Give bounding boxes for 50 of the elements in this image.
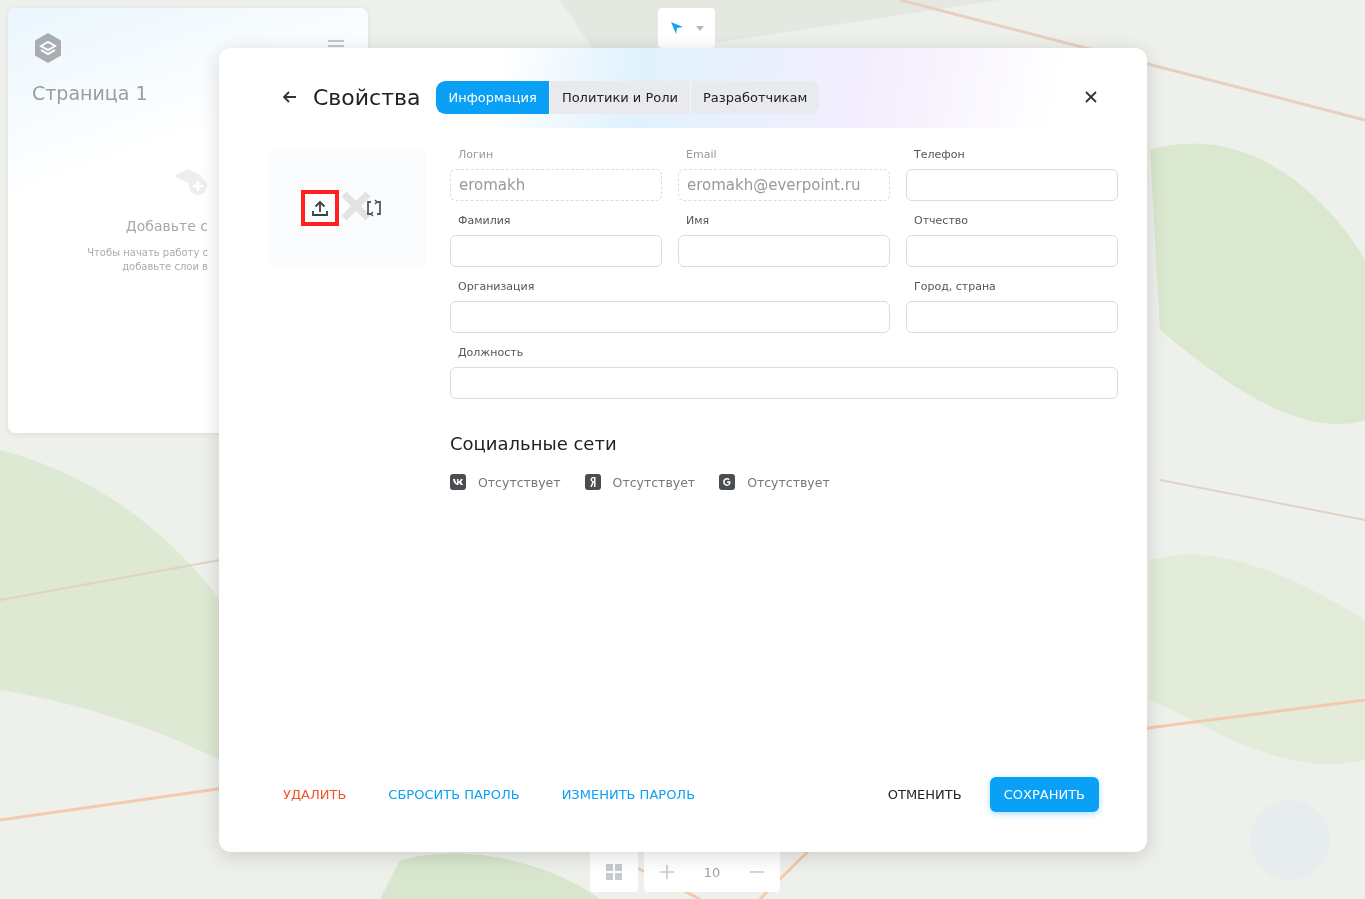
google-icon — [719, 474, 736, 490]
account-status: Отсутствует — [747, 474, 830, 490]
link-button[interactable]: СБРОСИТЬ ПАРОЛЬ — [380, 778, 528, 811]
field-label: Организация — [457, 280, 536, 295]
zoom-in-icon[interactable] — [658, 864, 675, 880]
vk-icon — [450, 474, 466, 490]
delete-button[interactable]: УДАЛИТЬ — [275, 778, 355, 811]
field-label: Логин — [457, 148, 495, 163]
field-label: Должность — [457, 346, 525, 361]
input-field[interactable] — [678, 235, 890, 267]
field-label: Отчество — [913, 214, 969, 229]
tool-selector[interactable] — [658, 8, 715, 48]
back-arrow-icon[interactable] — [283, 91, 297, 103]
yandex-icon — [584, 474, 601, 490]
refresh-icon — [365, 199, 383, 217]
cancel-button[interactable]: ОТМЕНИТЬ — [879, 778, 970, 811]
input-field[interactable] — [450, 235, 662, 267]
input-field[interactable] — [906, 301, 1118, 333]
empty-title: Добавьте с — [124, 218, 208, 234]
account-status: Отсутствует — [478, 474, 561, 490]
input-field: eromakh — [450, 169, 662, 201]
field-label: Телефон — [913, 148, 966, 163]
field-label: Email — [685, 148, 718, 163]
dialog-title: Свойства — [313, 84, 421, 110]
cursor-icon — [669, 21, 684, 35]
input-field[interactable] — [906, 169, 1118, 201]
grid-icon — [606, 864, 622, 880]
upload-button[interactable] — [301, 190, 339, 226]
field-label: Город, страна — [913, 280, 997, 295]
upload-icon — [311, 199, 329, 217]
caret-icon — [695, 25, 704, 31]
save-button[interactable]: СОХРАНИТЬ — [989, 777, 1099, 812]
input-field[interactable] — [450, 301, 890, 333]
page-title: Страница 1 — [32, 82, 148, 104]
zoom-level: 10 — [703, 864, 721, 880]
section-title: Социальные сети — [450, 433, 618, 454]
close-icon[interactable] — [1085, 91, 1097, 103]
empty-hint: Чтобы начать работу с добавьте слои в — [86, 246, 208, 274]
input-field[interactable] — [906, 235, 1118, 267]
logo-icon — [32, 32, 64, 64]
field-label: Имя — [685, 214, 711, 229]
input-field: eromakh@everpoint.ru — [678, 169, 890, 201]
grid-button[interactable] — [590, 852, 638, 892]
tab[interactable]: Информация — [436, 80, 549, 114]
account-status: Отсутствует — [612, 474, 696, 490]
link-button[interactable]: ИЗМЕНИТЬ ПАРОЛЬ — [553, 778, 704, 811]
input-field[interactable] — [450, 367, 1118, 399]
cross-icon — [341, 191, 371, 221]
tab[interactable]: Разработчикам — [689, 80, 820, 114]
field-label: Фамилия — [457, 214, 512, 229]
